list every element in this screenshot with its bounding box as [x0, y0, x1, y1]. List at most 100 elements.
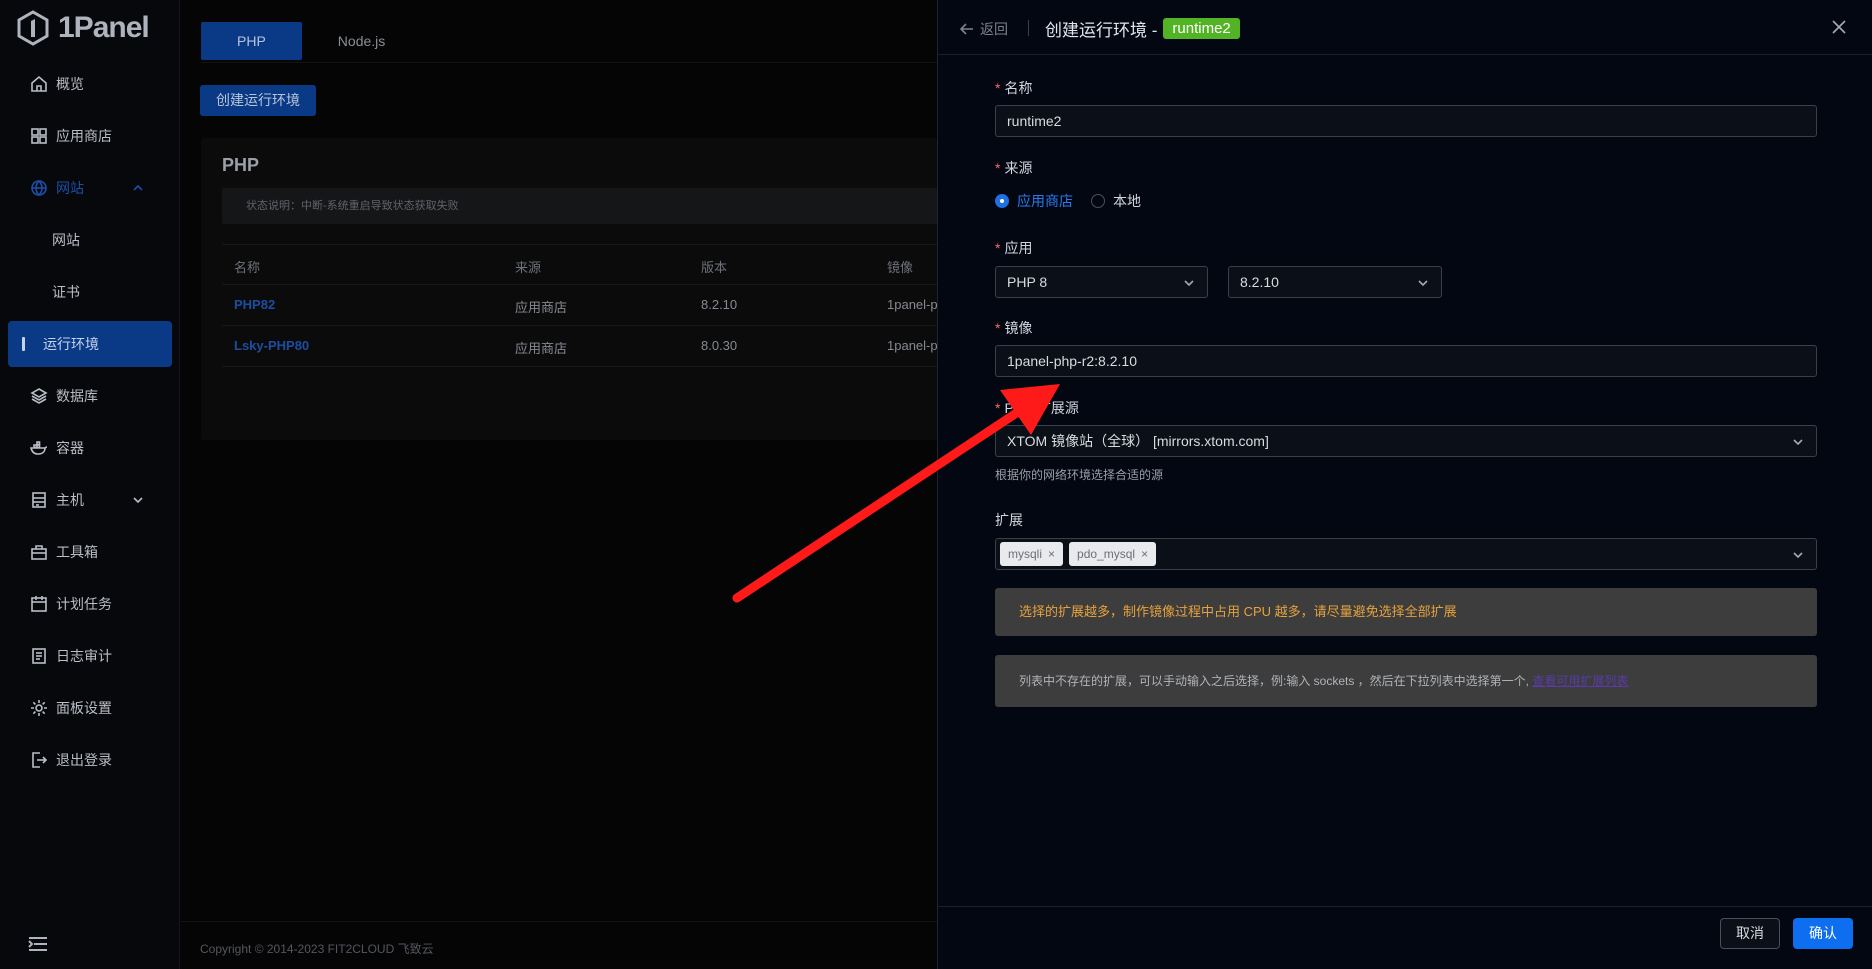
sidebar-item-label: 证书: [52, 284, 80, 300]
logout-icon: [32, 752, 48, 768]
grid-icon: [31, 128, 47, 144]
name-input[interactable]: runtime2: [995, 105, 1817, 137]
extensions-list-link[interactable]: 查看可用扩展列表: [1532, 674, 1628, 688]
drawer-footer-divider: [938, 906, 1872, 907]
sidebar-item-logout[interactable]: 退出登录: [0, 734, 180, 786]
sidebar-item-label: 工具箱: [56, 544, 98, 560]
extension-tag: pdo_mysql ×: [1069, 542, 1157, 566]
sidebar-item-logs[interactable]: 日志审计: [0, 630, 180, 682]
divider: [201, 62, 937, 63]
extensions-label: 扩展: [995, 512, 1023, 528]
sidebar-item-container[interactable]: 容器: [0, 422, 180, 474]
sidebar-item-website[interactable]: 网站: [0, 214, 180, 266]
sidebar-item-database[interactable]: 数据库: [0, 370, 180, 422]
footer-divider: [181, 921, 937, 922]
extensions-select[interactable]: mysqli × pdo_mysql ×: [995, 538, 1817, 570]
arrow-left-icon: [960, 23, 973, 35]
source-radio-group: 应用商店 本地: [995, 191, 1141, 211]
table-cell: 应用商店: [515, 341, 568, 356]
globe-icon: [31, 180, 47, 197]
radio-label: 本地: [1113, 193, 1141, 209]
drawer-title: 创建运行环境 - runtime2: [1045, 16, 1240, 41]
table-header-row: 名称 来源 版本 镜像: [222, 244, 937, 285]
php-card: PHP 状态说明：中断-系统重启导致状态获取失败 名称 来源 版本 镜像 PHP…: [201, 138, 938, 440]
sidebar-item-certificate[interactable]: 证书: [0, 266, 180, 318]
sidebar-item-settings[interactable]: 面板设置: [0, 682, 180, 734]
chevron-down-icon: [133, 497, 143, 504]
image-input[interactable]: 1panel-php-r2:8.2.10: [995, 345, 1817, 377]
ext-source-hint: 根据你的网络环境选择合适的源: [995, 468, 1164, 482]
info-text: 列表中不存在的扩展，可以手动输入之后选择，例:输入 sockets ，然后在下拉…: [1019, 674, 1530, 688]
sidebar-item-label: 计划任务: [56, 596, 112, 612]
sidebar-item-label: 退出登录: [56, 752, 112, 768]
radio-dot: [1091, 194, 1105, 208]
app-window: 1Panel 概览 应用商店 网站 网站 证书 运行环境 数据库 容器 主机 工…: [0, 0, 1872, 969]
sidebar-item-host[interactable]: 主机: [0, 474, 180, 526]
calendar-icon: [31, 596, 47, 612]
app-select[interactable]: PHP 8: [995, 266, 1208, 298]
main-content: PHP Node.js 创建运行环境 PHP 状态说明：中断-系统重启导致状态获…: [181, 0, 938, 969]
sidebar-item-label: 主机: [56, 492, 84, 508]
remove-tag-icon[interactable]: ×: [1141, 547, 1148, 561]
image-label: * 镜像: [995, 320, 1033, 336]
extensions-info: 列表中不存在的扩展，可以手动输入之后选择，例:输入 sockets ，然后在下拉…: [995, 655, 1817, 707]
menu-collapse-icon[interactable]: [28, 936, 48, 952]
app-select-value: PHP 8: [1007, 274, 1048, 290]
radio-label: 应用商店: [1017, 193, 1073, 209]
back-label: 返回: [980, 21, 1008, 37]
sidebar: 1Panel 概览 应用商店 网站 网站 证书 运行环境 数据库 容器 主机 工…: [0, 0, 180, 969]
gear-icon: [31, 700, 47, 716]
sidebar-item-toolbox[interactable]: 工具箱: [0, 526, 180, 578]
tab-php[interactable]: PHP: [201, 22, 302, 60]
source-radio-appstore[interactable]: 应用商店: [995, 191, 1073, 211]
extension-tag-label: mysqli: [1008, 547, 1043, 561]
source-label: * 来源: [995, 160, 1033, 176]
column-header: 来源: [515, 260, 542, 275]
server-icon: [32, 492, 46, 508]
sidebar-item-label: 网站: [52, 232, 80, 248]
source-radio-local[interactable]: 本地: [1091, 191, 1141, 211]
column-header: 版本: [701, 260, 728, 275]
sidebar-item-website-group[interactable]: 网站: [0, 162, 180, 214]
sidebar-item-label: 概览: [56, 76, 84, 92]
table-cell: 8.0.30: [701, 338, 738, 353]
status-notice: 状态说明：中断-系统重启导致状态获取失败: [222, 188, 937, 224]
cancel-button[interactable]: 取消: [1720, 918, 1780, 949]
ext-source-select[interactable]: XTOM 镜像站（全球） [mirrors.xtom.com]: [995, 425, 1817, 457]
copyright: Copyright © 2014-2023 FIT2CLOUD 飞致云: [200, 942, 434, 956]
remove-tag-icon[interactable]: ×: [1048, 547, 1055, 561]
sidebar-item-runtime[interactable]: 运行环境: [8, 321, 172, 367]
version-select[interactable]: 8.2.10: [1228, 266, 1442, 298]
runtime-name-tag: runtime2: [1163, 18, 1240, 39]
runtime-name-link[interactable]: PHP82: [234, 297, 275, 312]
home-icon: [31, 75, 47, 92]
sidebar-item-label: 日志审计: [56, 648, 112, 664]
runtime-table: 名称 来源 版本 镜像 PHP82 应用商店 8.2.10 1panel-p L…: [222, 244, 938, 367]
drawer-title-text: 创建运行环境 -: [1045, 21, 1158, 40]
runtime-name-link[interactable]: Lsky-PHP80: [234, 338, 309, 353]
close-icon[interactable]: [1831, 19, 1847, 35]
log-icon: [32, 648, 46, 664]
brand-name: 1Panel: [58, 11, 150, 44]
layers-icon: [30, 388, 48, 404]
docker-icon: [30, 441, 48, 455]
chevron-up-icon: [133, 184, 143, 191]
chevron-down-icon: [1184, 280, 1194, 287]
name-label: * 名称: [995, 80, 1033, 96]
chevron-down-icon: [1793, 439, 1803, 446]
logo-icon: [17, 10, 49, 46]
table-row: Lsky-PHP80 应用商店 8.0.30 1panel-p: [222, 326, 938, 367]
sidebar-item-cron[interactable]: 计划任务: [0, 578, 180, 630]
radio-dot: [995, 194, 1009, 208]
table-cell: 1panel-p: [887, 338, 938, 353]
table-cell: 1panel-p: [887, 297, 938, 312]
active-indicator: [22, 337, 25, 351]
confirm-button[interactable]: 确认: [1793, 918, 1853, 949]
logo: 1Panel: [16, 8, 150, 48]
version-select-value: 8.2.10: [1240, 274, 1279, 290]
tab-nodejs[interactable]: Node.js: [302, 22, 421, 60]
sidebar-item-overview[interactable]: 概览: [0, 58, 180, 110]
back-button[interactable]: 返回: [960, 19, 1008, 39]
sidebar-item-appstore[interactable]: 应用商店: [0, 110, 180, 162]
create-runtime-button[interactable]: 创建运行环境: [200, 85, 316, 116]
